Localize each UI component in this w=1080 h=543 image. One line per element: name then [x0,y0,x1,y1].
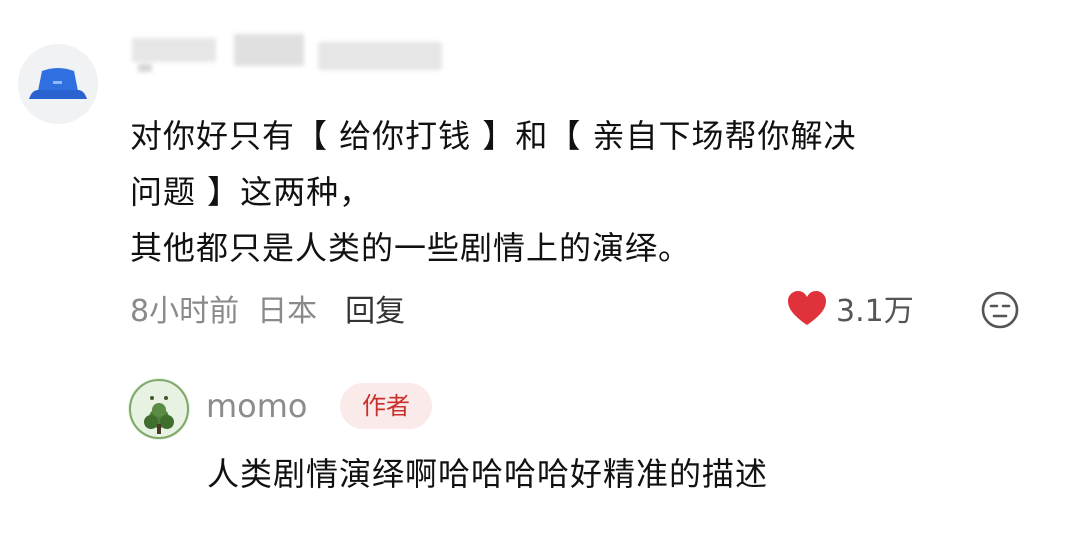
comment-line: 其他都只是人类的一些剧情上的演绎。 [130,229,692,267]
reply-text: 人类剧情演绎啊哈哈哈哈好精准的描述 [207,455,769,493]
comment-meta: 8小时前 日本 回复 [130,286,405,330]
comment-text: 对你好只有【 给你打钱 】和【 亲自下场帮你解决 问题 】这两种， 其他都只是人… [130,108,1040,276]
reply-button[interactable]: 回复 [345,286,405,330]
like-count: 3.1万 [836,294,914,329]
expressionless-face-icon[interactable] [980,290,1020,330]
reply-avatar[interactable] [128,378,190,440]
comment-time: 8小时前 [130,294,240,329]
reply-username[interactable]: momo [206,384,308,428]
author-badge: 作者 [340,383,432,429]
heart-icon [788,291,826,325]
bucket-hat-icon [29,68,87,99]
comment-location: 日本 [257,294,318,329]
plant-avatar-icon [128,378,190,440]
username-redacted[interactable] [122,32,448,78]
comment-line: 问题 】这两种， [130,173,373,211]
avatar[interactable] [18,44,98,124]
comment-line: 对你好只有【 给你打钱 】和【 亲自下场帮你解决 [130,117,857,155]
like-button[interactable]: 3.1万 [786,286,914,330]
